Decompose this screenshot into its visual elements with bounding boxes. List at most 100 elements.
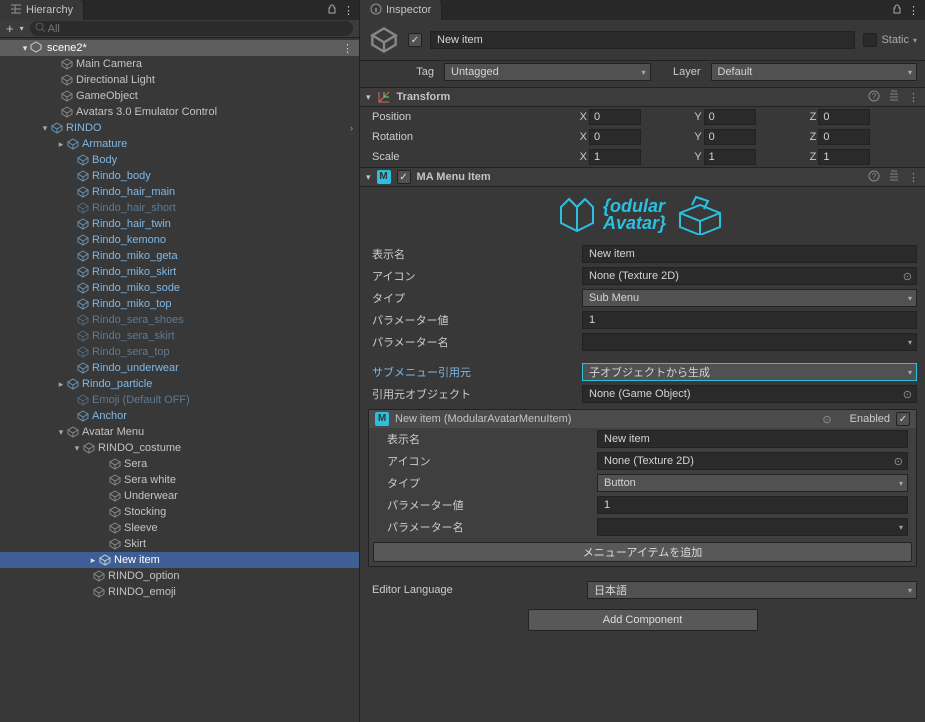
param-value-input[interactable]: [582, 311, 917, 329]
static-dropdown-icon[interactable]: ▾: [913, 36, 917, 45]
scene-row[interactable]: ▾ scene2* ⋮: [0, 40, 359, 56]
object-picker-icon[interactable]: ⊙: [903, 388, 912, 401]
tree-item[interactable]: Rindo_hair_short: [0, 200, 359, 216]
tree-item[interactable]: Rindo_sera_skirt: [0, 328, 359, 344]
scale-x-input[interactable]: [589, 149, 641, 165]
tree-item[interactable]: Rindo_miko_geta: [0, 248, 359, 264]
position-x-input[interactable]: [589, 109, 641, 125]
child-param-name-dropdown[interactable]: ▾: [597, 518, 908, 536]
tree-item[interactable]: Rindo_miko_top: [0, 296, 359, 312]
tree-item[interactable]: ▸Rindo_particle: [0, 376, 359, 392]
type-dropdown[interactable]: Sub Menu▾: [582, 289, 917, 307]
tree-item[interactable]: ▸Armature: [0, 136, 359, 152]
child-display-name-input[interactable]: [597, 430, 908, 448]
rotation-x-input[interactable]: [589, 129, 641, 145]
tree-item[interactable]: Skirt: [0, 536, 359, 552]
object-picker-icon[interactable]: ⊙: [822, 413, 831, 426]
help-icon[interactable]: ?: [868, 170, 880, 185]
kebab-icon[interactable]: ⋮: [908, 4, 919, 17]
layer-dropdown[interactable]: Default▾: [711, 63, 918, 81]
tree-item[interactable]: ▾RINDO›: [0, 120, 359, 136]
tree-item[interactable]: Sera: [0, 456, 359, 472]
position-y-input[interactable]: [704, 109, 756, 125]
inspector-tab[interactable]: Inspector: [360, 0, 442, 20]
tree-item[interactable]: Rindo_body: [0, 168, 359, 184]
scene-label: scene2*: [47, 42, 87, 54]
rotation-y-input[interactable]: [704, 129, 756, 145]
help-icon[interactable]: ?: [868, 90, 880, 105]
tree-item[interactable]: RINDO_emoji: [0, 584, 359, 600]
kebab-icon[interactable]: ⋮: [908, 171, 919, 184]
display-name-input[interactable]: [582, 245, 917, 263]
object-picker-icon[interactable]: ⊙: [894, 455, 903, 468]
tag-dropdown[interactable]: Untagged▾: [444, 63, 651, 81]
enabled-checkbox[interactable]: ✓: [896, 412, 910, 426]
tree-item[interactable]: Anchor: [0, 408, 359, 424]
submenu-source-dropdown[interactable]: 子オブジェクトから生成▾: [582, 363, 917, 381]
tree-item[interactable]: Body: [0, 152, 359, 168]
dropdown-caret-icon[interactable]: ▾: [20, 24, 24, 33]
ma-menu-item-header[interactable]: ▾ M ✓ MA Menu Item ? ⋮: [360, 167, 925, 187]
tree-item[interactable]: Rindo_hair_main: [0, 184, 359, 200]
tree-item[interactable]: Main Camera: [0, 56, 359, 72]
chevron-right-icon[interactable]: ›: [350, 123, 353, 133]
cube-icon: [76, 282, 90, 294]
kebab-icon[interactable]: ⋮: [343, 4, 353, 17]
add-menu-item-button[interactable]: メニューアイテムを追加: [373, 542, 912, 562]
tree-item[interactable]: Stocking: [0, 504, 359, 520]
tree-item[interactable]: Directional Light: [0, 72, 359, 88]
tree-item[interactable]: Rindo_underwear: [0, 360, 359, 376]
tree-item[interactable]: Rindo_hair_twin: [0, 216, 359, 232]
hierarchy-search-input[interactable]: [30, 21, 353, 36]
preset-icon[interactable]: [888, 90, 900, 105]
tree-item[interactable]: GameObject: [0, 88, 359, 104]
object-name-input[interactable]: [430, 31, 855, 49]
child-param-value-input[interactable]: [597, 496, 908, 514]
scale-z-input[interactable]: [818, 149, 870, 165]
rotation-z-input[interactable]: [818, 129, 870, 145]
static-checkbox[interactable]: [863, 33, 877, 47]
lock-icon[interactable]: [327, 4, 337, 17]
child-type-row: タイプ Button▾: [369, 472, 916, 494]
position-z-input[interactable]: [818, 109, 870, 125]
icon-field[interactable]: None (Texture 2D)⊙: [582, 267, 917, 285]
tree-item[interactable]: Avatars 3.0 Emulator Control: [0, 104, 359, 120]
cube-icon: [76, 394, 90, 406]
child-type-dropdown[interactable]: Button▾: [597, 474, 908, 492]
component-enabled-checkbox[interactable]: ✓: [397, 170, 411, 184]
tree-item[interactable]: Sera white: [0, 472, 359, 488]
tree-item-selected[interactable]: ▸New item: [0, 552, 359, 568]
fold-icon[interactable]: ▾: [366, 92, 371, 103]
lock-icon[interactable]: [892, 4, 902, 17]
hierarchy-tab[interactable]: Hierarchy: [0, 0, 84, 20]
tree-item[interactable]: Rindo_sera_top: [0, 344, 359, 360]
fold-icon[interactable]: ▾: [366, 172, 371, 183]
child-header[interactable]: M New item (ModularAvatarMenuItem) ⊙ Ena…: [369, 410, 916, 428]
tree-item[interactable]: RINDO_option: [0, 568, 359, 584]
tree-item[interactable]: ▾Avatar Menu: [0, 424, 359, 440]
gameobject-icon[interactable]: [368, 24, 400, 56]
source-object-row: 引用元オブジェクト None (Game Object)⊙: [360, 383, 925, 405]
add-icon[interactable]: +: [6, 21, 14, 36]
tree-item[interactable]: Rindo_kemono: [0, 232, 359, 248]
tree-item[interactable]: Rindo_sera_shoes: [0, 312, 359, 328]
active-checkbox[interactable]: ✓: [408, 33, 422, 47]
tree-item[interactable]: Sleeve: [0, 520, 359, 536]
tree-item[interactable]: Emoji (Default OFF): [0, 392, 359, 408]
editor-language-dropdown[interactable]: 日本語▾: [587, 581, 917, 599]
scene-kebab-icon[interactable]: ⋮: [342, 42, 353, 55]
object-picker-icon[interactable]: ⊙: [903, 270, 912, 283]
tree-item[interactable]: Rindo_miko_skirt: [0, 264, 359, 280]
scale-y-input[interactable]: [704, 149, 756, 165]
transform-header[interactable]: ▾ Transform ? ⋮: [360, 87, 925, 107]
tree-item[interactable]: Underwear: [0, 488, 359, 504]
tree-item[interactable]: Rindo_miko_sode: [0, 280, 359, 296]
preset-icon[interactable]: [888, 170, 900, 185]
add-component-button[interactable]: Add Component: [528, 609, 758, 631]
kebab-icon[interactable]: ⋮: [908, 91, 919, 104]
hierarchy-icon: [10, 3, 22, 18]
param-name-dropdown[interactable]: ▾: [582, 333, 917, 351]
source-object-field[interactable]: None (Game Object)⊙: [582, 385, 917, 403]
tree-item[interactable]: ▾RINDO_costume: [0, 440, 359, 456]
child-icon-field[interactable]: None (Texture 2D)⊙: [597, 452, 908, 470]
